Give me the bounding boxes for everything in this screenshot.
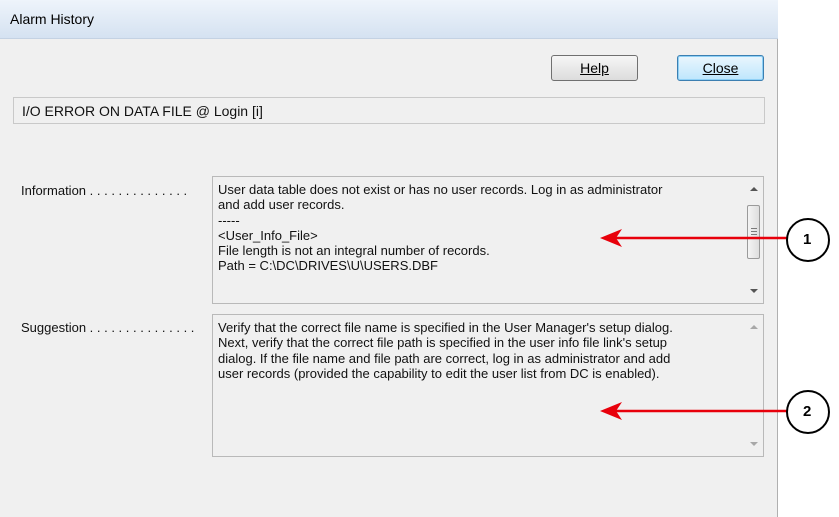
callout-annotations — [600, 218, 830, 434]
callout-number-2: 2 — [803, 403, 812, 420]
callout-number-1: 1 — [803, 231, 812, 248]
